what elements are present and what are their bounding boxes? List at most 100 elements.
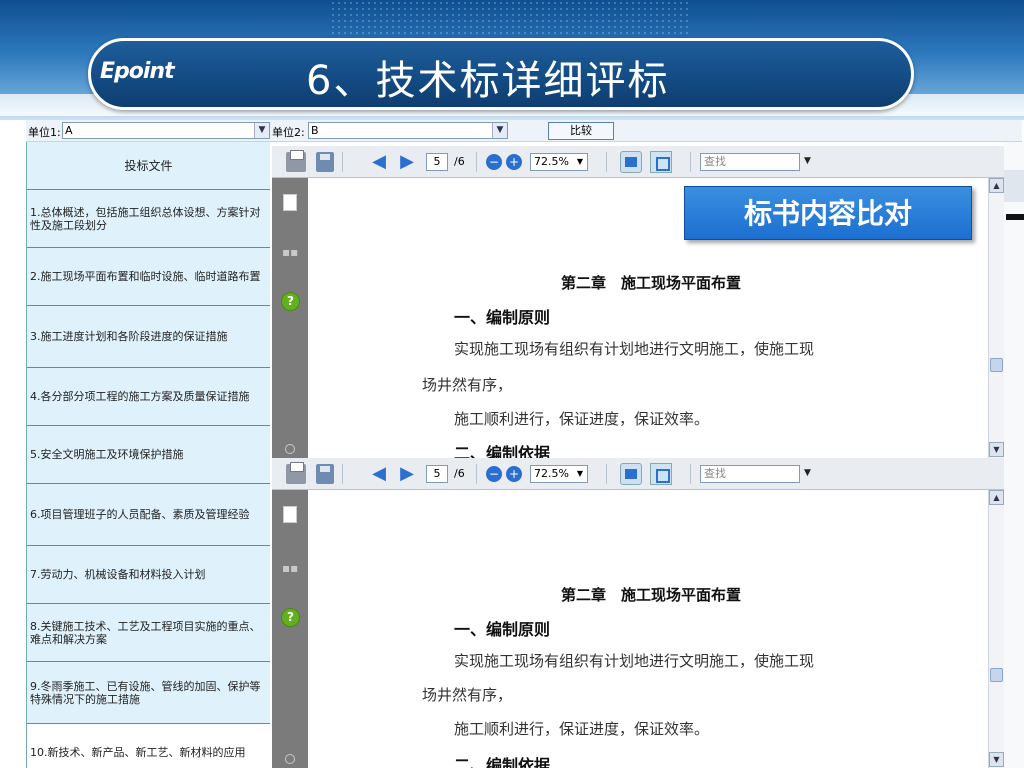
zoom-out-icon[interactable]: − [486, 154, 502, 170]
bid-section-list: 投标文件 1.总体概述，包括施工组织总体设想、方案针对性及施工段划分 2.施工现… [26, 142, 270, 768]
fit-page-icon[interactable] [650, 463, 672, 485]
prev-page-icon[interactable]: ◀ [370, 152, 388, 172]
next-page-icon[interactable]: ▶ [398, 464, 416, 484]
unit1-label: 单位1: [28, 126, 61, 139]
section-heading: 二、编制依据 [454, 756, 551, 768]
unit1-select[interactable]: A ▼ [62, 122, 270, 139]
unit2-label: 单位2: [272, 126, 305, 139]
unit2-value: B [311, 124, 319, 137]
unit2-select[interactable]: B ▼ [308, 122, 508, 139]
save-icon[interactable] [316, 464, 334, 484]
document-page: 第二章 施工现场平面布置 一、编制原则 实现施工现场有组织有计划地进行文明施工，… [308, 490, 988, 768]
toolbar-separator [342, 464, 343, 484]
prev-page-icon[interactable]: ◀ [370, 464, 388, 484]
zoom-in-icon[interactable]: + [506, 466, 522, 482]
chevron-down-icon[interactable]: ▼ [492, 123, 507, 138]
fit-width-icon[interactable] [620, 463, 642, 485]
list-item[interactable]: 8.关键施工技术、工艺及工程项目实施的重点、难点和解决方案 [27, 604, 270, 662]
paragraph-line: 实现施工现场有组织有计划地进行文明施工，使施工现 [454, 340, 815, 358]
chevron-down-icon[interactable]: ▼ [254, 123, 269, 138]
paragraph-line: 施工顺利进行，保证进度，保证效率。 [454, 720, 710, 738]
print-icon[interactable] [286, 150, 306, 172]
paragraph-line: 实现施工现场有组织有计划地进行文明施工，使施工现 [454, 652, 815, 670]
help-icon[interactable]: ? [281, 292, 300, 311]
toolbar-separator [690, 464, 691, 484]
scroll-down-icon[interactable]: ▼ [989, 442, 1004, 457]
chevron-down-icon[interactable]: ▼ [804, 156, 811, 176]
chapter-title: 第二章 施工现场平面布置 [561, 586, 742, 604]
zoom-value: 72.5% [534, 155, 569, 168]
toolbar-separator [606, 464, 607, 484]
viewer-toolbar: ◀ ▶ 5 /6 − + 72.5% ▼ 查找 ▼ [272, 458, 1004, 490]
chapter-title: 第二章 施工现场平面布置 [561, 274, 742, 292]
list-item[interactable]: 1.总体概述，包括施工组织总体设想、方案针对性及施工段划分 [27, 190, 270, 248]
fit-width-icon[interactable] [620, 151, 642, 173]
viewer-sidebar: ▪▪ ? [272, 490, 308, 768]
toolbar-separator [342, 152, 343, 172]
paragraph-line: 场井然有序， [422, 376, 513, 394]
next-page-icon[interactable]: ▶ [398, 152, 416, 172]
zoom-select[interactable]: 72.5% ▼ [530, 465, 588, 483]
list-item-selected[interactable]: 10.新技术、新产品、新工艺、新材料的应用 [27, 724, 270, 768]
save-icon[interactable] [316, 152, 334, 172]
list-item[interactable]: 3.施工进度计划和各阶段进度的保证措施 [27, 306, 270, 368]
window-edge [1004, 142, 1024, 768]
toolbar-separator [476, 152, 477, 172]
page-total: /6 [454, 467, 465, 480]
attachment-icon[interactable] [285, 754, 295, 764]
fit-page-icon[interactable] [650, 151, 672, 173]
slide-title: 6、技术标详细评标 [306, 58, 670, 104]
chevron-down-icon[interactable]: ▼ [574, 155, 586, 169]
list-item[interactable]: 4.各分部分项工程的施工方案及质量保证措施 [27, 368, 270, 426]
print-icon[interactable] [286, 462, 306, 484]
paragraph-line: 施工顺利进行，保证进度，保证效率。 [454, 410, 710, 428]
document-viewer-bottom: ◀ ▶ 5 /6 − + 72.5% ▼ 查找 ▼ ▪▪ ? 第二章 施工现场平… [272, 458, 1004, 768]
zoom-out-icon[interactable]: − [486, 466, 502, 482]
toolbar-separator [690, 152, 691, 172]
header-pattern [330, 0, 690, 40]
find-input[interactable]: 查找 [700, 153, 800, 171]
zoom-select[interactable]: 72.5% ▼ [530, 153, 588, 171]
page-total: /6 [454, 155, 465, 168]
zoom-value: 72.5% [534, 467, 569, 480]
section-heading: 一、编制原则 [454, 620, 551, 639]
list-item[interactable]: 6.项目管理班子的人员配备、素质及管理经验 [27, 484, 270, 546]
help-icon[interactable]: ? [281, 608, 300, 627]
scroll-thumb[interactable] [990, 358, 1003, 372]
find-input[interactable]: 查找 [700, 465, 800, 483]
chevron-down-icon[interactable]: ▼ [804, 468, 811, 488]
pages-icon[interactable] [283, 194, 297, 211]
section-heading: 二、编制依据 [454, 444, 551, 458]
scroll-down-icon[interactable]: ▼ [989, 752, 1004, 767]
epoint-logo: Epoint [100, 59, 175, 84]
paragraph-line: 场井然有序， [422, 686, 513, 704]
list-item[interactable]: 9.冬雨季施工、已有设施、管线的加固、保护等特殊情况下的施工措施 [27, 662, 270, 724]
viewer-sidebar: ▪▪ ? [272, 178, 308, 458]
binoculars-icon[interactable]: ▪▪ [282, 246, 298, 258]
page-number-input[interactable]: 5 [426, 465, 448, 483]
page-number-input[interactable]: 5 [426, 153, 448, 171]
zoom-in-icon[interactable]: + [506, 154, 522, 170]
edge-mark [1006, 214, 1024, 220]
edge-block [1004, 170, 1024, 202]
attachment-icon[interactable] [285, 444, 295, 454]
binoculars-icon[interactable]: ▪▪ [282, 562, 298, 574]
chevron-down-icon[interactable]: ▼ [574, 467, 586, 481]
unit1-value: A [65, 124, 73, 137]
list-item[interactable]: 7.劳动力、机械设备和材料投入计划 [27, 546, 270, 604]
vertical-scrollbar[interactable]: ▲ ▼ [988, 490, 1004, 768]
viewer-toolbar: ◀ ▶ 5 /6 − + 72.5% ▼ 查找 ▼ [272, 146, 1004, 178]
vertical-scrollbar[interactable]: ▲ ▼ [988, 178, 1004, 458]
list-item[interactable]: 2.施工现场平面布置和临时设施、临时道路布置 [27, 248, 270, 306]
compare-button[interactable]: 比较 [548, 122, 614, 140]
pages-icon[interactable] [283, 506, 297, 523]
scroll-up-icon[interactable]: ▲ [989, 490, 1004, 505]
section-heading: 一、编制原则 [454, 308, 551, 327]
toolbar-separator [476, 464, 477, 484]
list-header: 投标文件 [27, 142, 270, 190]
scroll-up-icon[interactable]: ▲ [989, 178, 1004, 193]
callout-banner: 标书内容比对 [684, 186, 972, 240]
scroll-thumb[interactable] [990, 668, 1003, 682]
list-item[interactable]: 5.安全文明施工及环境保护措施 [27, 426, 270, 484]
toolbar-separator [606, 152, 607, 172]
